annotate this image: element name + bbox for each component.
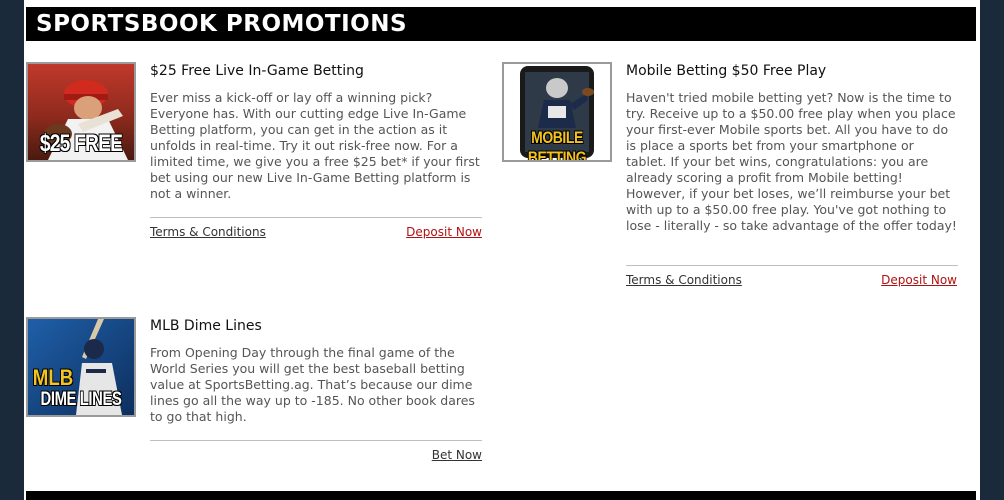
promo-image-mlb[interactable]: MLB DIME LINES bbox=[26, 317, 136, 417]
promo-mlb-dime-lines: MLB DIME LINES MLB Dime Lines From Openi… bbox=[26, 317, 482, 467]
promo-divider bbox=[626, 265, 958, 266]
promo-live-betting: $25 FREE $25 Free Live In-Game Betting E… bbox=[26, 62, 482, 242]
footer-bar bbox=[26, 491, 976, 500]
deposit-now-link[interactable]: Deposit Now bbox=[406, 225, 482, 239]
promo-image-baseball[interactable]: $25 FREE bbox=[26, 62, 136, 162]
promo-title: Mobile Betting $50 Free Play bbox=[626, 63, 827, 79]
promo-image-label: $25 FREE bbox=[39, 130, 123, 157]
promo-image-label: MOBILE BETTING bbox=[527, 128, 587, 162]
page-background: SPORTSBOOK PROMOTIONS $25 FREE $25 Free … bbox=[0, 0, 1004, 500]
terms-conditions-link[interactable]: Terms & Conditions bbox=[626, 273, 742, 287]
promo-description: Ever miss a kick-off or lay off a winnin… bbox=[150, 90, 480, 201]
promo-image-label: MLB bbox=[32, 365, 74, 390]
page-title: SPORTSBOOK PROMOTIONS bbox=[26, 7, 976, 41]
promo-image-label: DIME LINES bbox=[40, 389, 122, 410]
promo-description: From Opening Day through the final game … bbox=[150, 345, 475, 424]
deposit-now-link[interactable]: Deposit Now bbox=[881, 273, 957, 287]
terms-conditions-link[interactable]: Terms & Conditions bbox=[150, 225, 266, 239]
promo-title: $25 Free Live In-Game Betting bbox=[150, 63, 364, 79]
promo-title: MLB Dime Lines bbox=[150, 318, 262, 334]
bet-now-link[interactable]: Bet Now bbox=[432, 448, 482, 462]
promotions-panel: SPORTSBOOK PROMOTIONS $25 FREE $25 Free … bbox=[24, 0, 980, 500]
promo-description: Haven't tried mobile betting yet? Now is… bbox=[626, 90, 957, 233]
promo-divider bbox=[150, 217, 482, 218]
promo-divider bbox=[150, 440, 482, 441]
promo-image-mobile[interactable]: MOBILE BETTING bbox=[502, 62, 612, 162]
promo-mobile-betting: MOBILE BETTING Mobile Betting $50 Free P… bbox=[502, 62, 958, 292]
